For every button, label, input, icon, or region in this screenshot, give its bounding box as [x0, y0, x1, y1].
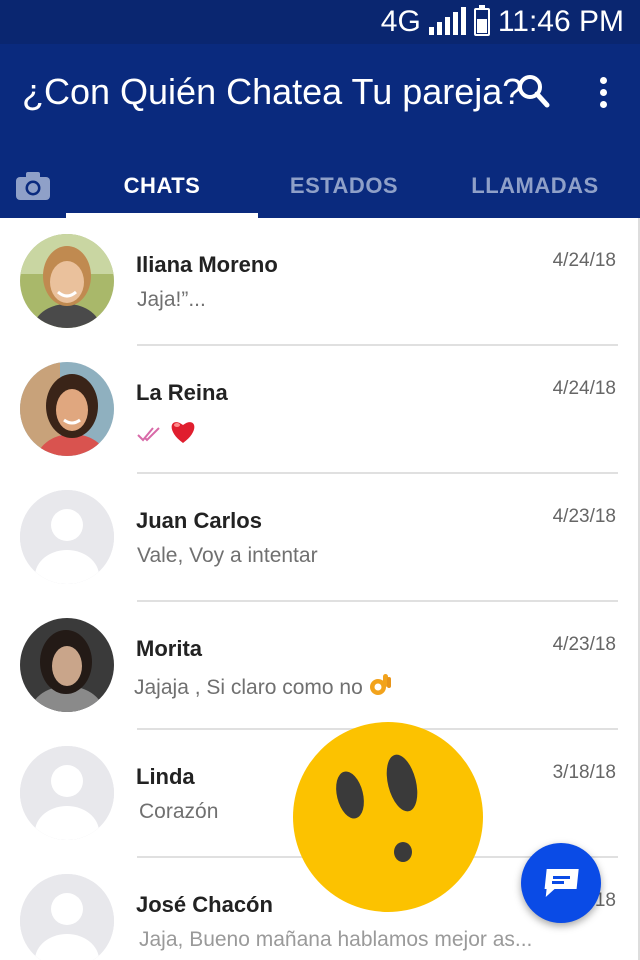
search-icon[interactable] [514, 72, 554, 112]
last-message: Vale, Voy a intentar [137, 544, 318, 567]
app-bar: ¿Con Quién Chatea Tu pareja? CHATS ESTAD… [0, 44, 640, 218]
default-avatar-icon[interactable] [20, 490, 114, 584]
new-chat-button[interactable] [521, 843, 601, 923]
chat-row-morita[interactable]: Morita 4/23/18 Jajaja , Si claro como no [0, 602, 638, 730]
contact-name: Morita [136, 636, 202, 661]
status-bar: 4G 11:46 PM [0, 0, 640, 44]
tab-bar: CHATS ESTADOS LLAMADAS [0, 154, 640, 218]
chat-date: 4/24/18 [552, 250, 616, 271]
avatar[interactable] [20, 362, 114, 456]
app-title: ¿Con Quién Chatea Tu pareja? [22, 71, 523, 112]
ok-hand-emoji [369, 674, 391, 695]
chat-row-iliana-moreno[interactable]: Iliana Moreno 4/24/18 Jaja!”... [0, 218, 638, 346]
last-message: Corazón [139, 800, 219, 823]
contact-name: José Chacón [136, 892, 273, 917]
last-message-text: Jajaja , Si claro como no [134, 676, 363, 699]
contact-name: Iliana Moreno [136, 252, 278, 277]
double-check-icon [137, 427, 160, 442]
tab-estados[interactable]: ESTADOS [258, 154, 430, 218]
chat-row-juan-carlos[interactable]: Juan Carlos 4/23/18 Vale, Voy a intentar [0, 474, 638, 602]
last-message: Jajaja , Si claro como no [134, 672, 393, 700]
clock: 11:46 PM [497, 5, 624, 38]
contact-name: Juan Carlos [136, 508, 262, 533]
heart-emoji [171, 422, 195, 443]
default-avatar-icon[interactable] [20, 746, 114, 840]
surprised-emoji [292, 721, 484, 913]
last-message: Jaja, Bueno mañana hablamos mejor as... [139, 928, 533, 951]
chat-icon [544, 869, 579, 897]
chat-date: 4/23/18 [552, 634, 616, 655]
avatar[interactable] [20, 618, 114, 712]
tab-llamadas[interactable]: LLAMADAS [430, 154, 640, 218]
last-message: Jaja!”... [137, 288, 206, 311]
contact-name: La Reina [136, 380, 228, 405]
chat-date: 4/23/18 [552, 506, 616, 527]
chat-date: 4/24/18 [552, 378, 616, 399]
tab-chats[interactable]: CHATS [66, 154, 258, 218]
chat-date: 3/18/18 [552, 762, 616, 783]
network-type: 4G [380, 5, 421, 38]
avatar[interactable] [20, 234, 114, 328]
more-options-icon[interactable] [588, 72, 618, 112]
camera-icon[interactable] [0, 154, 66, 218]
battery-icon [473, 5, 490, 36]
chat-row-la-reina[interactable]: La Reina 4/24/18 [0, 346, 638, 474]
last-message [137, 418, 197, 450]
contact-name: Linda [136, 764, 195, 789]
default-avatar-icon[interactable] [20, 874, 114, 960]
signal-icon [428, 7, 466, 35]
